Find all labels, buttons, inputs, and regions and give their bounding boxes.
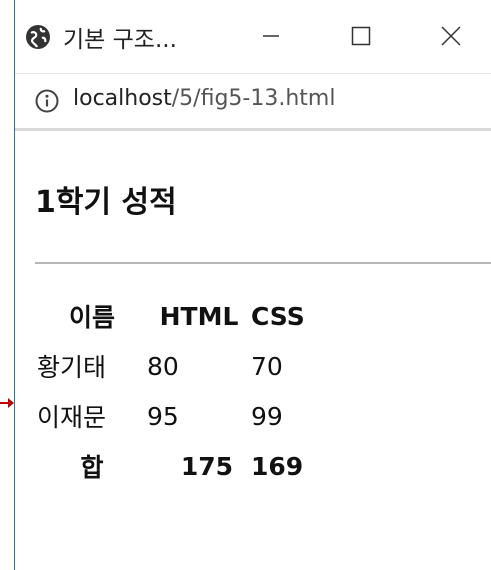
- cell-name: 황기태: [37, 353, 107, 382]
- cell-css: 99: [251, 401, 283, 431]
- close-button[interactable]: [427, 16, 475, 56]
- url-host: localhost: [73, 86, 172, 111]
- globe-icon: [26, 25, 50, 49]
- grades-table: 이름 HTML CSS 황기태 80 70 이재문 95 99 합 175 16…: [37, 291, 331, 491]
- maximize-icon: [351, 26, 371, 46]
- header-css: CSS: [251, 301, 305, 331]
- url-path: /5/fig5-13.html: [171, 86, 336, 111]
- info-icon[interactable]: [35, 89, 59, 113]
- table-header-row: 이름 HTML CSS: [37, 291, 331, 341]
- page-heading: 1학기 성적: [35, 185, 177, 220]
- footer-html-total: 175: [180, 451, 233, 481]
- window-title: 기본 구조...: [63, 27, 177, 53]
- cell-html: 95: [147, 401, 179, 431]
- footer-label: 합: [80, 453, 104, 482]
- arrow-icon: [0, 398, 14, 408]
- close-icon: [441, 26, 461, 46]
- maximize-button[interactable]: [337, 16, 385, 56]
- table-footer-row: 합 175 169: [37, 441, 331, 491]
- minimize-icon: [263, 35, 279, 37]
- url-text[interactable]: localhost/5/fig5-13.html: [73, 86, 335, 111]
- page-content: 1학기 성적 이름 HTML CSS 황기태 80 70 이재문 95 99 합…: [15, 131, 491, 570]
- table-row: 이재문 95 99: [37, 391, 331, 441]
- title-bar: 기본 구조...: [15, 0, 491, 74]
- minimize-button[interactable]: [247, 16, 295, 56]
- cell-name: 이재문: [37, 403, 107, 432]
- header-name: 이름: [68, 303, 115, 332]
- cell-css: 70: [251, 351, 283, 381]
- address-bar[interactable]: localhost/5/fig5-13.html: [15, 74, 491, 131]
- footer-css-total: 169: [251, 451, 304, 481]
- table-row: 황기태 80 70: [37, 341, 331, 391]
- header-html: HTML: [159, 301, 239, 331]
- horizontal-rule: [35, 262, 491, 264]
- cell-html: 80: [147, 351, 179, 381]
